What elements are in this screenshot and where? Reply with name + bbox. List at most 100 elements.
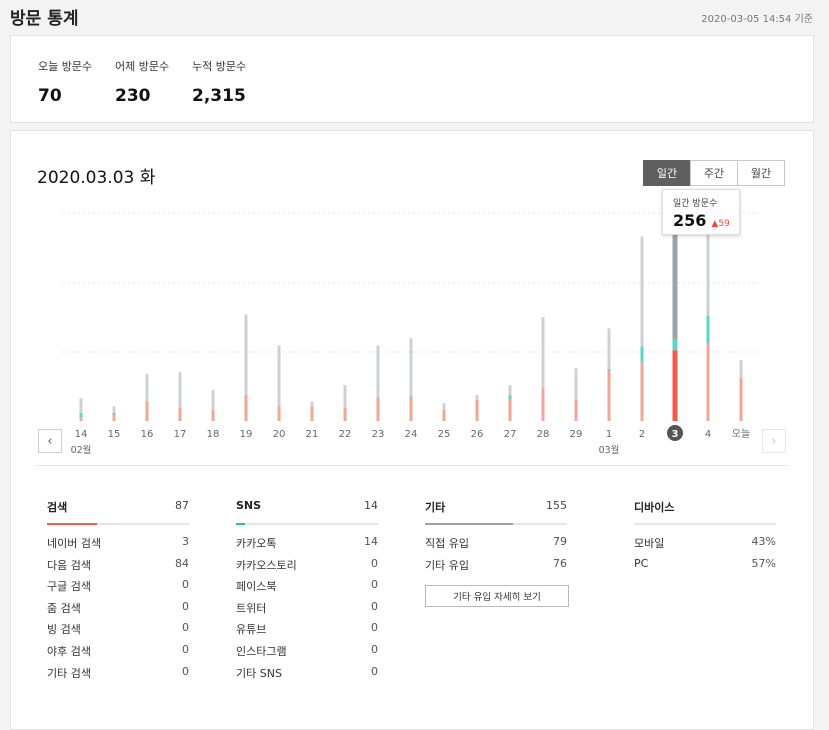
stat-value: 70: [38, 86, 62, 106]
tick-label[interactable]: 24: [405, 429, 418, 440]
bar-primary-28[interactable]: [541, 388, 545, 422]
bar-other-20[interactable]: [277, 345, 281, 407]
tick-label[interactable]: 22: [339, 429, 352, 440]
bar-mid-15[interactable]: [112, 412, 116, 415]
bar-primary-21[interactable]: [310, 406, 314, 421]
list-item: 야후 검색 0: [47, 642, 189, 658]
tick-label[interactable]: 25: [438, 429, 451, 440]
bar-primary-3[interactable]: [672, 350, 678, 421]
tick-label[interactable]: 28: [537, 429, 550, 440]
bar-other-22[interactable]: [343, 385, 347, 408]
stats-search: 검색 87 네이버 검색 3 다음 검색 84 구글 검색 0 줌 검색 0 빙 검색 0…: [47, 499, 189, 686]
bar-other-26[interactable]: [475, 395, 479, 400]
tick-label[interactable]: 23: [372, 429, 385, 440]
list-item: 줌 검색 0: [47, 599, 189, 615]
etc-total: 155: [546, 499, 567, 512]
bar-primary-24[interactable]: [409, 398, 413, 421]
bar-primary-22[interactable]: [343, 408, 347, 421]
bar-primary-15[interactable]: [112, 414, 116, 422]
tick-label[interactable]: 15: [108, 429, 121, 440]
bar-mid-2[interactable]: [640, 346, 644, 363]
bar-other-오늘[interactable]: [739, 360, 743, 378]
bar-primary-16[interactable]: [145, 401, 149, 422]
chart-prev-button[interactable]: ‹: [38, 429, 62, 453]
tick-label[interactable]: 17: [174, 429, 187, 440]
device-bar: [634, 523, 776, 525]
bar-other-17[interactable]: [178, 372, 182, 408]
bar-other-14[interactable]: [79, 398, 83, 413]
bar-primary-20[interactable]: [277, 406, 281, 421]
tick-label[interactable]: 1: [606, 429, 612, 440]
list-item: 페이스북 0: [236, 578, 378, 594]
bar-other-28[interactable]: [541, 317, 545, 389]
bar-primary-26[interactable]: [475, 399, 479, 421]
tick-label[interactable]: 16: [141, 429, 154, 440]
chart-card: 2020.03.03 화 일간 주간 월간 14 15 16 17 18 19 20 21 22…: [10, 130, 814, 730]
stat-today: 오늘 방문수 70: [38, 58, 92, 106]
bar-mid-1[interactable]: [607, 369, 611, 371]
bar-primary-오늘[interactable]: [739, 377, 743, 421]
bar-primary-4[interactable]: [706, 343, 710, 421]
bar-mid-14[interactable]: [79, 412, 83, 418]
bar-other-29[interactable]: [574, 368, 578, 400]
bar-other-27[interactable]: [508, 385, 512, 395]
bar-other-24[interactable]: [409, 338, 413, 397]
list-item: 다음 검색 84: [47, 556, 189, 572]
sns-title: SNS: [236, 499, 262, 512]
tick-label[interactable]: 2: [639, 429, 645, 440]
list-item: 구글 검색 0: [47, 578, 189, 594]
bar-primary-23[interactable]: [376, 396, 380, 421]
month-label: 02월: [71, 444, 92, 456]
bar-primary-17[interactable]: [178, 408, 182, 421]
bar-other-19[interactable]: [244, 314, 248, 395]
bar-other-21[interactable]: [310, 401, 314, 407]
bar-other-16[interactable]: [145, 373, 149, 402]
stats-etc: 기타 155 직접 유입 79 기타 유입 76 기타 유입 자세히 보기: [425, 499, 569, 608]
list-item: PC 57%: [634, 556, 776, 570]
tick-label[interactable]: 26: [471, 429, 484, 440]
sns-total: 14: [364, 499, 378, 512]
tooltip-diff-value: 59: [718, 219, 730, 229]
tick-label[interactable]: 3: [672, 429, 679, 440]
bar-primary-19[interactable]: [244, 395, 248, 421]
stats-sns: SNS 14 카카오톡 14 카카오스토리 0 페이스북 0 트위터 0 유튜브 0 인스…: [236, 499, 378, 686]
bar-primary-1[interactable]: [607, 370, 611, 421]
bar-primary-27[interactable]: [508, 399, 512, 421]
bar-other-18[interactable]: [211, 390, 215, 410]
bar-primary-2[interactable]: [640, 362, 644, 422]
tick-label[interactable]: 오늘: [732, 428, 750, 440]
etc-detail-button[interactable]: 기타 유입 자세히 보기: [425, 585, 569, 608]
bar-other-23[interactable]: [376, 345, 380, 397]
stat-total: 누적 방문수 2,315: [192, 58, 246, 106]
bar-primary-18[interactable]: [211, 409, 215, 421]
summary-card: 오늘 방문수 70 어제 방문수 230 누적 방문수 2,315: [10, 35, 814, 123]
sns-bar: [236, 523, 378, 525]
bar-primary-14[interactable]: [79, 417, 83, 421]
bar-mid-3[interactable]: [672, 338, 678, 351]
tick-label[interactable]: 4: [705, 429, 711, 440]
bar-mid-27[interactable]: [508, 395, 512, 400]
tick-label[interactable]: 18: [207, 429, 220, 440]
stat-label: 오늘 방문수: [38, 60, 93, 73]
bar-mid-4[interactable]: [706, 315, 710, 344]
tick-label[interactable]: 20: [273, 429, 286, 440]
list-item: 네이버 검색 3: [47, 535, 189, 550]
bar-primary-29[interactable]: [574, 399, 578, 421]
tick-label[interactable]: 27: [504, 429, 517, 440]
chart-next-button[interactable]: ›: [762, 429, 786, 453]
bar-other-25[interactable]: [442, 403, 446, 410]
bar-primary-25[interactable]: [442, 409, 446, 421]
bar-mid-24[interactable]: [409, 396, 413, 399]
tick-label[interactable]: 19: [240, 429, 253, 440]
tick-label[interactable]: 14: [75, 429, 88, 440]
chart-divider: [37, 465, 787, 466]
bar-other-2[interactable]: [640, 236, 644, 347]
tick-label[interactable]: 21: [306, 429, 319, 440]
bar-other-15[interactable]: [112, 406, 116, 413]
list-item: 모바일 43%: [634, 535, 776, 550]
page-title: 방문 통계: [10, 9, 79, 29]
bar-other-4[interactable]: [706, 226, 710, 316]
tick-label[interactable]: 29: [570, 429, 583, 440]
bar-other-1[interactable]: [607, 328, 611, 369]
etc-title: 기타: [425, 501, 446, 514]
